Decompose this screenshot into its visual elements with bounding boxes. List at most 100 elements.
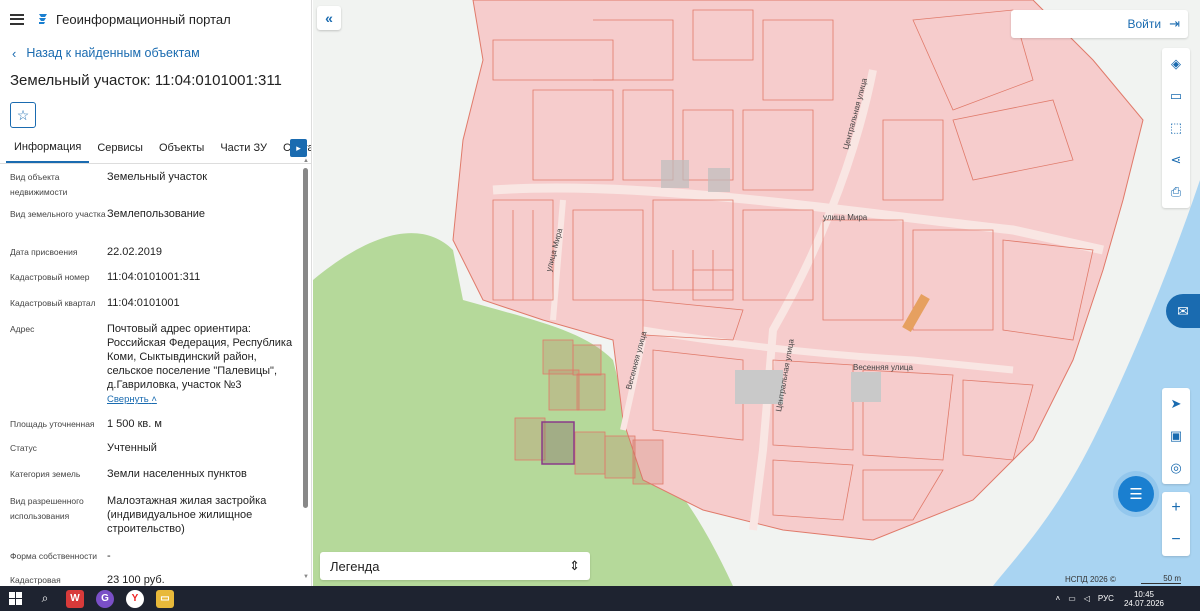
collapse-address-link[interactable]: Свернуть ˄ xyxy=(107,393,300,407)
basemap-button[interactable]: ▣ xyxy=(1162,420,1190,452)
back-to-results-link[interactable]: ‹ Назад к найденным объектам xyxy=(0,38,311,68)
message-lines-icon: ☰ xyxy=(1129,486,1143,503)
network-icon: ▭ xyxy=(1068,594,1076,603)
measure-button[interactable]: ▭ xyxy=(1162,80,1190,112)
back-link-label: Назад к найденным объектам xyxy=(26,46,200,60)
zoom-in-button[interactable]: + xyxy=(1162,492,1190,524)
zoom-out-button[interactable]: − xyxy=(1162,524,1190,556)
geolocate-button[interactable]: ➤ xyxy=(1162,388,1190,420)
app-title: Геоинформационный портал xyxy=(56,11,231,27)
wps-icon: W xyxy=(66,589,84,608)
street-label-vesennyaya: Весенняя улица xyxy=(853,363,914,372)
login-label: Войти xyxy=(1127,17,1162,31)
chevron-left-icon: ‹ xyxy=(12,45,17,61)
collapse-label: Свернуть xyxy=(107,394,149,405)
chat-assistant-button[interactable]: ☰ xyxy=(1118,476,1154,512)
browser-icon: G xyxy=(96,589,114,608)
print-icon: ⎙ xyxy=(1170,184,1182,199)
plus-icon: + xyxy=(1171,499,1181,516)
page-title: Земельный участок: 11:04:0101001:311 xyxy=(10,72,282,89)
field-value: Земли населенных пунктов xyxy=(107,468,247,480)
tray-chevron-icon: ˄ xyxy=(1055,594,1061,603)
field-value: 11:04:0101001:311 xyxy=(107,271,201,283)
info-panel: Геоинформационный портал ‹ Назад к найде… xyxy=(0,0,312,586)
windows-icon xyxy=(8,592,22,605)
clock[interactable]: 10:45 24.07.2026 xyxy=(1124,590,1164,608)
field-value: Малоэтажная жилая застройка (индивидуаль… xyxy=(107,495,267,535)
field-row: Категория земель Земли населенных пункто… xyxy=(10,467,300,482)
start-button[interactable] xyxy=(0,586,30,611)
ruler-icon: ▭ xyxy=(1169,88,1183,103)
field-row: Адрес Почтовый адрес ориентира: Российск… xyxy=(10,322,300,407)
scroll-up-arrow[interactable]: ▲ xyxy=(303,158,309,164)
field-label: Форма собственности xyxy=(10,551,97,561)
taskbar-app-chrome[interactable]: G xyxy=(90,586,120,611)
field-row: Вид разрешенного использования Малоэтажн… xyxy=(10,494,300,536)
favorite-button[interactable]: ☆ xyxy=(10,102,36,128)
map-tools: ◈ ▭ ⬚ ⋖ ⎙ xyxy=(1162,48,1190,208)
tab-objects[interactable]: Объекты xyxy=(151,132,212,163)
map-nav-tools: ➤ ▣ ◎ xyxy=(1162,388,1190,484)
star-icon: ☆ xyxy=(16,106,30,123)
field-value: 11:04:0101001 xyxy=(107,297,180,309)
field-label: Категория земель xyxy=(10,469,81,479)
field-label: Кадастровая xyxy=(10,575,61,585)
field-row: Форма собственности - xyxy=(10,549,300,564)
panel-header: Геоинформационный портал xyxy=(0,0,311,38)
tab-bar: Информация Сервисы Объекты Части ЗУ Сост… xyxy=(0,132,311,164)
system-tray: ˄ ▭ ◁ РУС 10:45 24.07.2026 xyxy=(1048,586,1164,611)
field-row: Кадастровая 23 100 руб. xyxy=(10,573,300,586)
print-button[interactable]: ⎙ xyxy=(1162,176,1190,208)
chevron-up-icon: ˄ xyxy=(151,394,157,405)
legend-label: Легенда xyxy=(330,558,380,574)
yandex-icon: Y xyxy=(126,589,144,608)
field-value: 23 100 руб. xyxy=(107,574,165,586)
copyright-text: НСПД 2026 © xyxy=(1065,575,1116,584)
navigation-arrow-icon: ➤ xyxy=(1170,396,1182,411)
tab-services[interactable]: Сервисы xyxy=(89,132,151,163)
language-indicator[interactable]: РУС xyxy=(1098,594,1114,603)
field-value: Учтенный xyxy=(107,442,157,454)
field-label: Адрес xyxy=(10,324,35,334)
field-label: Вид земельного участка xyxy=(10,209,106,219)
os-taskbar: ⌕ W G Y ▭ ˄ ▭ ◁ РУС 10:45 24.07.2026 xyxy=(0,586,1200,611)
field-value-wrap: Почтовый адрес ориентира: Российская Фед… xyxy=(107,322,300,407)
search-button[interactable]: ⌕ xyxy=(30,586,60,611)
clock-time: 10:45 xyxy=(1133,589,1154,599)
scroll-down-arrow[interactable]: ▼ xyxy=(303,574,309,580)
support-chat-tab[interactable]: ✉ xyxy=(1166,294,1200,328)
street-label-mira: улица Мира xyxy=(823,213,868,222)
field-row: Дата присвоения 22.02.2019 xyxy=(10,245,300,260)
taskbar-app-wps[interactable]: W xyxy=(60,586,90,611)
selected-parcel[interactable] xyxy=(541,421,575,465)
field-row: Кадастровый номер 11:04:0101001:311 xyxy=(10,270,300,285)
map-view[interactable]: улица Мира Центральная улица Центральная… xyxy=(313,0,1200,586)
taskbar-app-yandex[interactable]: Y xyxy=(120,586,150,611)
select-area-button[interactable]: ⬚ xyxy=(1162,112,1190,144)
share-icon: ⋖ xyxy=(1170,152,1182,167)
tabs-scroll-right-button[interactable]: ▸ xyxy=(290,139,307,157)
field-value: 22.02.2019 xyxy=(107,246,163,258)
menu-icon[interactable] xyxy=(10,13,24,25)
folder-icon: ▭ xyxy=(156,589,174,608)
scale-bar: 50 m xyxy=(1141,575,1181,584)
map-canvas[interactable]: улица Мира Центральная улица Центральная… xyxy=(313,0,1200,586)
taskbar-app-explorer[interactable]: ▭ xyxy=(150,586,180,611)
field-value: - xyxy=(107,550,111,562)
tab-info[interactable]: Информация xyxy=(6,132,90,163)
legend-dropdown[interactable]: Легенда ⇕ xyxy=(320,552,590,580)
tab-parts[interactable]: Части ЗУ xyxy=(212,132,275,163)
share-button[interactable]: ⋖ xyxy=(1162,144,1190,176)
double-chevron-left-icon: « xyxy=(325,10,333,26)
location-button[interactable]: ◎ xyxy=(1162,452,1190,484)
clock-date: 24.07.2026 xyxy=(1123,598,1164,608)
panel-scrollbar[interactable] xyxy=(303,168,308,508)
login-button[interactable]: Войти ⇥ xyxy=(1011,10,1188,38)
zoom-controls: + − xyxy=(1162,492,1190,556)
field-label: Кадастровый номер xyxy=(10,272,90,282)
collapse-panel-button[interactable]: « xyxy=(317,6,341,30)
field-row: Вид земельного участка Землепользование xyxy=(10,207,300,222)
layers-button[interactable]: ◈ xyxy=(1162,48,1190,80)
layers-icon: ◈ xyxy=(1171,56,1181,71)
volume-icon: ◁ xyxy=(1083,594,1090,603)
